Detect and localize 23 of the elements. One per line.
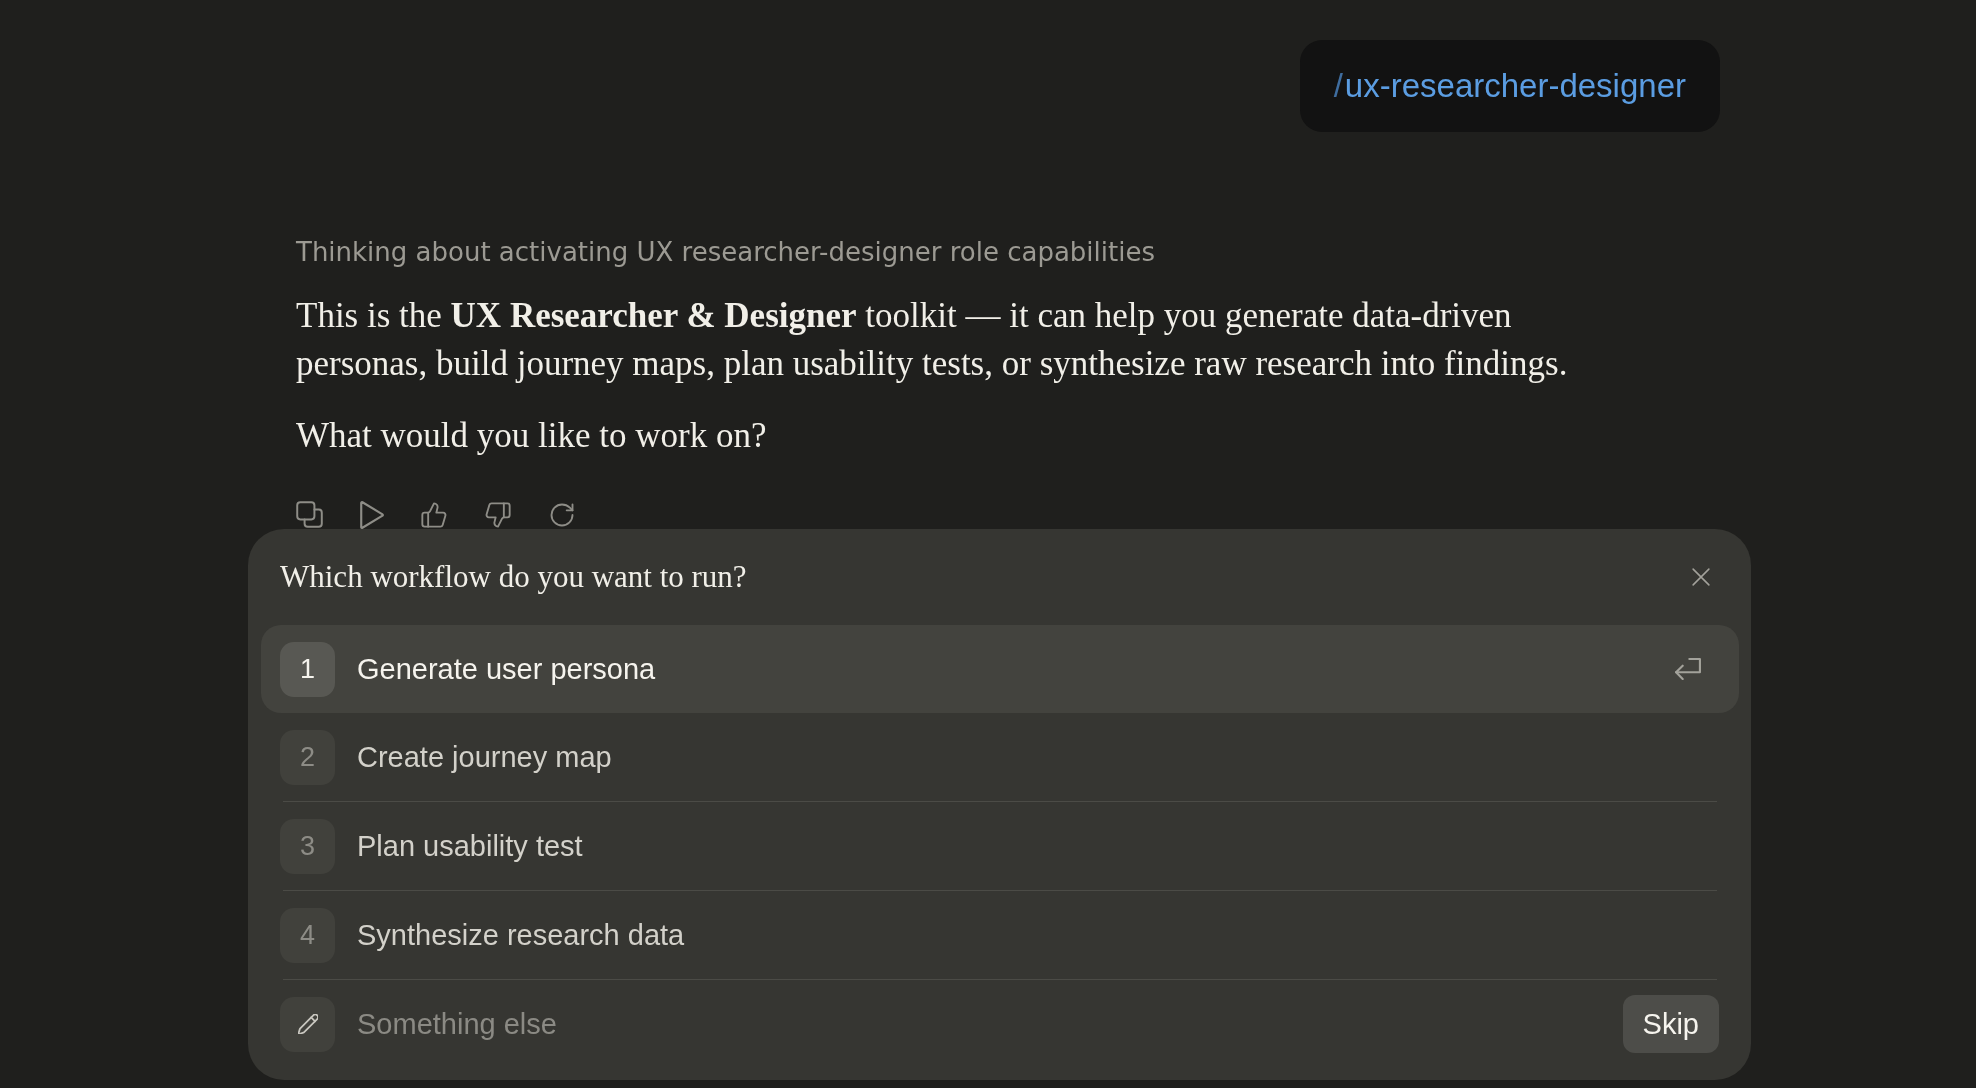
number-badge: 1 bbox=[280, 641, 335, 697]
user-message: /ux-researcher-designer bbox=[1299, 40, 1720, 132]
pencil-icon bbox=[280, 996, 335, 1052]
answer-field[interactable]: Something else bbox=[357, 1000, 1601, 1048]
option-row[interactable]: 2 Create journey map bbox=[261, 713, 1739, 801]
option-row[interactable]: 4 Synthesize research data bbox=[261, 891, 1739, 979]
skip-button[interactable]: Skip bbox=[1622, 995, 1719, 1053]
thumbs-down-icon[interactable] bbox=[484, 501, 512, 529]
close-icon[interactable] bbox=[1692, 568, 1710, 586]
return-icon bbox=[1675, 658, 1701, 680]
message-paragraph: What would you like to work on? bbox=[296, 415, 768, 457]
option-row[interactable]: 3 Plan usability test bbox=[261, 802, 1739, 890]
option-row[interactable]: 1 Generate user persona bbox=[261, 625, 1739, 713]
number-badge: 2 bbox=[280, 729, 335, 785]
message-paragraph: This is the UX Researcher & Designer toolkit — it can help you generate data-driven personas, build journey maps, plan usability tests, or synthesize raw research into findings. bbox=[296, 295, 1569, 385]
copy-icon[interactable] bbox=[296, 501, 324, 529]
play-icon[interactable] bbox=[360, 501, 384, 529]
number-badge: 4 bbox=[280, 907, 335, 963]
thinking-summary[interactable]: Thinking about activating UX researcher-designer role capabilities bbox=[296, 236, 1155, 268]
thumbs-up-icon[interactable] bbox=[420, 501, 448, 529]
question-title: Which workflow do you want to run? bbox=[280, 559, 747, 595]
number-badge: 3 bbox=[280, 818, 335, 874]
retry-icon[interactable] bbox=[548, 501, 576, 529]
